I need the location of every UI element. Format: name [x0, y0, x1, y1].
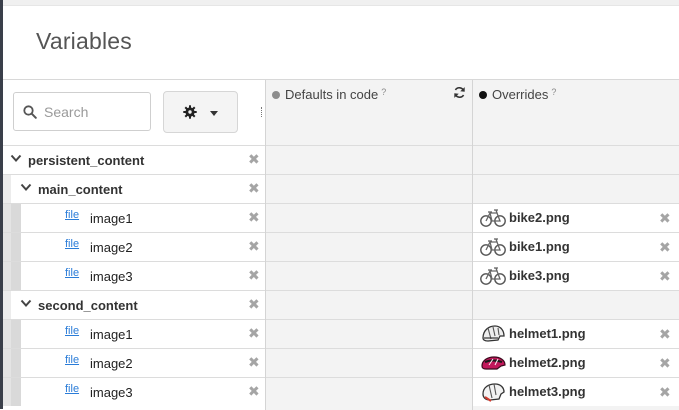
file-type-link[interactable]: file [65, 383, 79, 395]
overrides-column-header: Overrides? [479, 87, 556, 102]
variable-row[interactable]: file image2 ✖ helmet2.png ✖ [3, 348, 679, 377]
bike-icon [480, 267, 506, 285]
variable-row[interactable]: file image3 ✖ bike3.png ✖ [3, 261, 679, 290]
override-filename: helmet1.png [509, 326, 586, 341]
indent-bar [3, 262, 21, 290]
variable-row[interactable]: file image1 ✖ bike2.png ✖ [3, 203, 679, 232]
group-name: persistent_content [28, 153, 145, 168]
column-resize-handle[interactable] [261, 107, 264, 117]
remove-icon[interactable]: ✖ [248, 384, 260, 398]
file-type-link[interactable]: file [65, 267, 79, 279]
remove-icon[interactable]: ✖ [248, 239, 260, 253]
row-name-cell [3, 233, 265, 261]
override-cell[interactable]: bike1.png ✖ [473, 233, 679, 261]
variable-name: image1 [90, 327, 133, 342]
page-title: Variables [36, 28, 132, 54]
column-divider [265, 80, 266, 410]
remove-icon[interactable]: ✖ [248, 152, 260, 166]
column-divider [472, 80, 473, 410]
indent-bar [3, 204, 21, 232]
group-row[interactable]: persistent_content ✖ [3, 145, 679, 174]
remove-icon[interactable]: ✖ [659, 239, 671, 256]
helmet-white-icon [482, 383, 505, 402]
indent-bar [3, 320, 21, 348]
bike-icon [480, 238, 506, 256]
override-cell[interactable]: helmet2.png ✖ [473, 349, 679, 377]
defaults-help-icon[interactable]: ? [381, 87, 386, 97]
defaults-status-dot [272, 90, 280, 99]
override-filename: bike2.png [509, 210, 570, 225]
top-bar [0, 0, 679, 6]
variable-row[interactable]: file image1 ✖ helmet1.png ✖ [3, 319, 679, 348]
override-filename: helmet3.png [509, 384, 586, 399]
indent-bar [3, 233, 21, 261]
row-name-cell [3, 262, 265, 290]
row-name-cell [3, 320, 265, 348]
chevron-down-icon[interactable] [20, 183, 32, 192]
variable-name: image3 [90, 385, 133, 400]
helmet-white-icon [482, 325, 505, 342]
file-type-link[interactable]: file [65, 354, 79, 366]
variable-row[interactable]: file image3 ✖ helmet3.png ✖ [3, 377, 679, 406]
override-filename: bike3.png [509, 268, 570, 283]
indent-bar [3, 378, 21, 406]
group-row[interactable]: main_content ✖ [3, 174, 679, 203]
search-input[interactable] [44, 102, 144, 122]
remove-icon[interactable]: ✖ [659, 210, 671, 227]
override-filename: helmet2.png [509, 355, 586, 370]
remove-icon[interactable]: ✖ [248, 268, 260, 282]
group-name: second_content [38, 298, 138, 313]
variable-name: image2 [90, 356, 133, 371]
variable-name: image1 [90, 211, 133, 226]
remove-icon[interactable]: ✖ [659, 384, 671, 401]
group-name: main_content [38, 182, 123, 197]
remove-icon[interactable]: ✖ [248, 326, 260, 340]
file-type-link[interactable]: file [65, 238, 79, 250]
override-cell[interactable]: bike3.png ✖ [473, 262, 679, 290]
bike-icon [480, 209, 506, 227]
chevron-down-icon[interactable] [20, 299, 32, 308]
remove-icon[interactable]: ✖ [248, 181, 260, 195]
gear-icon [183, 105, 197, 119]
remove-icon[interactable]: ✖ [659, 355, 671, 372]
defaults-column-header: Defaults in code? [272, 87, 386, 102]
row-name-cell [3, 204, 265, 232]
remove-icon[interactable]: ✖ [248, 355, 260, 369]
override-filename: bike1.png [509, 239, 570, 254]
variable-name: image3 [90, 269, 133, 284]
defaults-header-label: Defaults in code [285, 87, 379, 102]
remove-icon[interactable]: ✖ [659, 268, 671, 285]
remove-icon[interactable]: ✖ [659, 326, 671, 343]
settings-dropdown-button[interactable] [163, 91, 238, 133]
variable-row[interactable]: file image2 ✖ bike1.png ✖ [3, 232, 679, 261]
indent-bar [3, 349, 21, 377]
overrides-header-label: Overrides [492, 87, 549, 102]
remove-icon[interactable]: ✖ [248, 210, 260, 224]
remove-icon[interactable]: ✖ [248, 297, 260, 311]
overrides-help-icon[interactable]: ? [551, 87, 556, 97]
variable-name: image2 [90, 240, 133, 255]
override-cell[interactable]: helmet1.png ✖ [473, 320, 679, 348]
override-cell[interactable]: helmet3.png ✖ [473, 378, 679, 406]
indent-bar [3, 291, 11, 319]
group-row[interactable]: second_content ✖ [3, 290, 679, 319]
chevron-down-icon[interactable] [10, 154, 22, 163]
indent-bar [3, 175, 11, 203]
helmet-pink-icon [481, 356, 506, 370]
overrides-status-dot [479, 90, 487, 99]
row-name-cell [3, 378, 265, 406]
override-cell[interactable]: bike2.png ✖ [473, 204, 679, 232]
chevron-down-icon [210, 111, 218, 116]
search-icon [23, 105, 37, 119]
file-type-link[interactable]: file [65, 209, 79, 221]
refresh-icon[interactable] [453, 86, 466, 99]
search-box[interactable] [13, 92, 151, 131]
file-type-link[interactable]: file [65, 325, 79, 337]
variables-grid: Defaults in code? Overrides? persistent_… [3, 79, 679, 410]
row-name-cell [3, 349, 265, 377]
